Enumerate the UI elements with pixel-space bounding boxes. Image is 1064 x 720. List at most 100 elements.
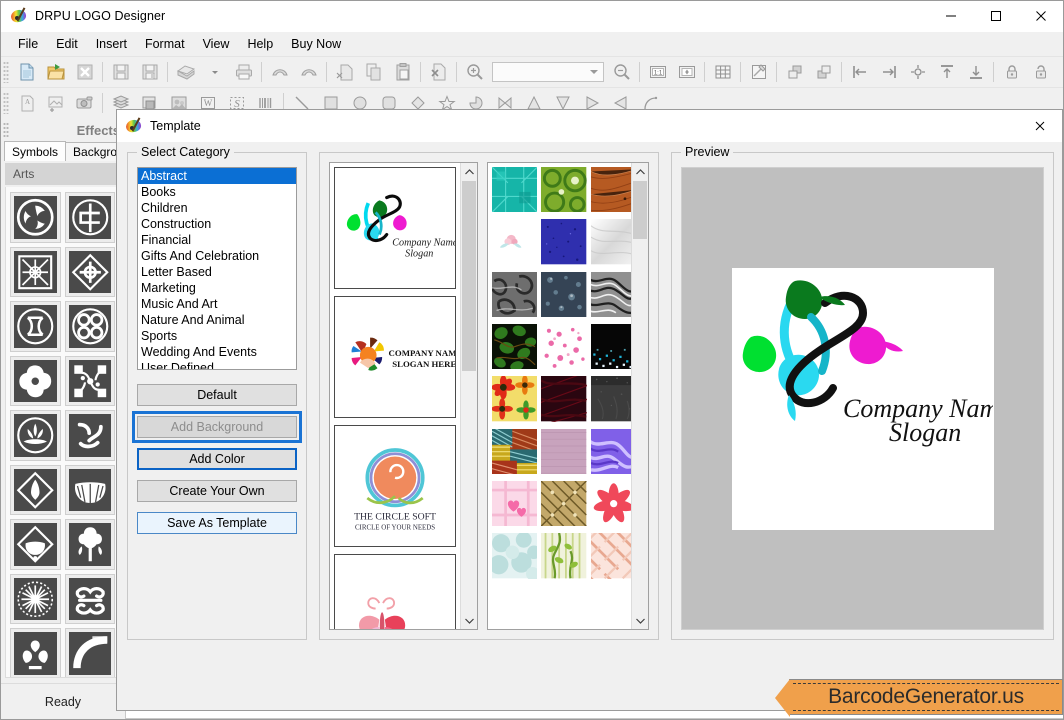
square-cross-weave-symbol[interactable] <box>10 246 61 297</box>
open-folder-icon[interactable] <box>41 59 70 86</box>
background-rust-scratched-texture[interactable] <box>588 167 631 216</box>
align-left-icon[interactable] <box>845 59 874 86</box>
background-dark-maroon-texture[interactable] <box>538 371 590 427</box>
background-green-circles-texture[interactable] <box>541 167 588 216</box>
background-mauve-plain-texture[interactable] <box>541 428 587 477</box>
background-black-city-lights-texture[interactable] <box>590 323 631 373</box>
menu-view[interactable]: View <box>194 34 239 54</box>
toolbar-grip[interactable] <box>3 61 9 83</box>
category-item-books[interactable]: Books <box>138 184 296 200</box>
bring-to-front-icon[interactable] <box>780 59 809 86</box>
celtic-knot-circle-symbol[interactable] <box>64 192 115 243</box>
arc-band-symbol[interactable] <box>64 628 115 677</box>
cut-icon[interactable] <box>330 59 359 86</box>
close-document-icon[interactable] <box>70 59 99 86</box>
interlocked-loops-symbol[interactable] <box>10 301 61 352</box>
insert-text-icon[interactable]: A <box>12 90 41 117</box>
default-button[interactable]: Default <box>137 384 297 406</box>
background-white-rose-texture[interactable] <box>492 219 538 268</box>
menu-buy-now[interactable]: Buy Now <box>282 34 350 54</box>
background-gray-swirl-texture[interactable] <box>587 271 631 320</box>
fit-page-icon[interactable] <box>672 59 701 86</box>
background-list[interactable] <box>487 162 649 630</box>
save-as-icon[interactable] <box>135 59 164 86</box>
scroll-down-icon[interactable] <box>461 612 478 629</box>
category-item-children[interactable]: Children <box>138 200 296 216</box>
menu-format[interactable]: Format <box>136 34 194 54</box>
category-item-nature-and-animal[interactable]: Nature And Animal <box>138 312 296 328</box>
preview-canvas[interactable]: Company Name Slogan <box>681 167 1044 630</box>
crescent-scroll-symbol[interactable] <box>64 410 115 461</box>
zoom-combo[interactable] <box>492 62 604 82</box>
close-button[interactable] <box>1018 1 1063 32</box>
connected-squares-symbol[interactable] <box>64 355 115 406</box>
save-as-template-button[interactable]: Save As Template <box>137 512 297 534</box>
menu-file[interactable]: File <box>9 34 47 54</box>
arts-group-header[interactable]: Arts <box>5 163 120 185</box>
double-scroll-symbol[interactable] <box>64 573 115 624</box>
category-item-construction[interactable]: Construction <box>138 216 296 232</box>
diamond-fan-symbol[interactable] <box>10 519 61 570</box>
scroll-up-icon[interactable] <box>632 163 648 180</box>
four-petal-cross-symbol[interactable] <box>10 355 61 406</box>
category-item-abstract[interactable]: Abstract <box>138 168 296 184</box>
background-dark-bubble-texture[interactable] <box>541 271 587 320</box>
save-icon[interactable] <box>106 59 135 86</box>
background-woven-stripes-texture[interactable] <box>491 425 538 477</box>
actual-size-icon[interactable]: 1:1 <box>643 59 672 86</box>
sunburst-medallion-symbol[interactable] <box>10 573 61 624</box>
scroll-down-icon[interactable] <box>632 612 648 629</box>
fan-leaf-symbol[interactable] <box>64 464 115 515</box>
new-document-icon[interactable] <box>12 59 41 86</box>
template-thumb-butterfly-logo[interactable] <box>334 554 457 629</box>
category-item-letter-based[interactable]: Letter Based <box>138 264 296 280</box>
panel-grip[interactable] <box>3 122 9 138</box>
diamond-cross-symbol[interactable] <box>64 246 115 297</box>
background-green-leaves-dark-texture[interactable] <box>492 323 538 373</box>
grid-icon[interactable] <box>708 59 737 86</box>
category-item-wedding-and-events[interactable]: Wedding And Events <box>138 344 296 360</box>
category-item-music-and-art[interactable]: Music And Art <box>138 296 296 312</box>
template-thumb-circle-spiral-logo[interactable]: THE CIRCLE SOFT CIRCLE OF YOUR NEEDS <box>334 425 457 547</box>
align-top-icon[interactable] <box>932 59 961 86</box>
print-icon[interactable] <box>229 59 258 86</box>
template-thumb-color-petals-logo[interactable]: COMPANY NAME SLOGAN HERE <box>334 296 457 418</box>
category-item-financial[interactable]: Financial <box>138 232 296 248</box>
template-list[interactable]: Company Name Slogan COMPANY NAME SLOGAN … <box>329 162 479 630</box>
align-center-icon[interactable] <box>903 59 932 86</box>
background-list-scrollbar[interactable] <box>631 163 648 629</box>
align-bottom-icon[interactable] <box>961 59 990 86</box>
background-red-flowers-texture[interactable] <box>491 375 538 425</box>
export-dropdown-icon[interactable] <box>200 59 229 86</box>
scrollbar-thumb[interactable] <box>633 181 647 239</box>
category-item-gifts-and-celebration[interactable]: Gifts And Celebration <box>138 248 296 264</box>
add-color-button[interactable]: Add Color <box>137 448 297 470</box>
background-purple-swirl-texture[interactable] <box>587 428 631 477</box>
menu-insert[interactable]: Insert <box>87 34 136 54</box>
scroll-up-icon[interactable] <box>461 163 478 180</box>
camera-icon[interactable] <box>70 90 99 117</box>
background-pale-blue-circles-texture[interactable] <box>489 532 541 582</box>
background-gold-diamond-texture[interactable] <box>540 480 588 530</box>
dialog-close-button[interactable] <box>1018 111 1062 142</box>
scrollbar-thumb[interactable] <box>462 181 477 371</box>
template-list-scrollbar[interactable] <box>460 163 478 629</box>
oak-tree-symbol[interactable] <box>64 519 115 570</box>
background-charcoal-texture[interactable] <box>590 376 631 425</box>
export-icon[interactable] <box>171 59 200 86</box>
quad-spiral-symbol[interactable] <box>64 301 115 352</box>
unlock-icon[interactable] <box>1026 59 1055 86</box>
background-pink-hearts-texture[interactable] <box>492 480 538 530</box>
zoom-out-icon[interactable] <box>607 59 636 86</box>
zoom-in-icon[interactable] <box>460 59 489 86</box>
background-green-vines-stripes-texture[interactable] <box>541 532 587 582</box>
category-item-sports[interactable]: Sports <box>138 328 296 344</box>
menu-help[interactable]: Help <box>238 34 282 54</box>
background-white-silk-texture[interactable] <box>590 219 631 268</box>
create-your-own-button[interactable]: Create Your Own <box>137 480 297 502</box>
background-navy-speckle-texture[interactable] <box>541 219 587 268</box>
toolbar-grip[interactable] <box>3 92 9 114</box>
send-to-back-icon[interactable] <box>809 59 838 86</box>
paste-icon[interactable] <box>388 59 417 86</box>
edit-canvas-icon[interactable] <box>744 59 773 86</box>
